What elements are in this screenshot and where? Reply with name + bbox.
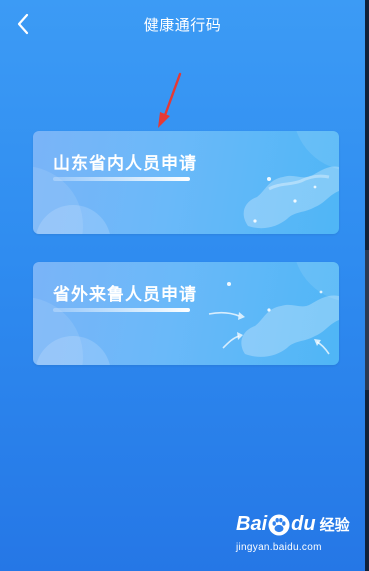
baidu-jingyan-watermark: Bai du 经验 jingyan.baidu.com bbox=[236, 513, 356, 563]
watermark-brand: Bai du 经验 bbox=[236, 513, 350, 536]
watermark-url: jingyan.baidu.com bbox=[236, 542, 322, 553]
card-underline bbox=[53, 308, 190, 312]
card-label: 山东省内人员申请 bbox=[53, 154, 197, 174]
card-out-of-province-apply[interactable]: 省外来鲁人员申请 bbox=[33, 262, 339, 365]
watermark-suffix: 经验 bbox=[319, 516, 350, 534]
card-label: 省外来鲁人员申请 bbox=[53, 285, 197, 305]
watermark-brand-part1: Bai bbox=[236, 513, 268, 535]
watermark-brand-part2: du bbox=[291, 513, 316, 535]
red-arrow-icon bbox=[158, 72, 182, 128]
card-shandong-resident-apply[interactable]: 山东省内人员申请 bbox=[33, 131, 339, 234]
card-decoration bbox=[33, 131, 339, 234]
page-title: 健康通行码 bbox=[143, 16, 222, 34]
paw-icon bbox=[268, 514, 290, 535]
top-bar: 健康通行码 bbox=[0, 0, 365, 48]
card-decoration bbox=[33, 262, 339, 365]
card-underline bbox=[53, 177, 190, 181]
side-handle bbox=[365, 250, 369, 390]
